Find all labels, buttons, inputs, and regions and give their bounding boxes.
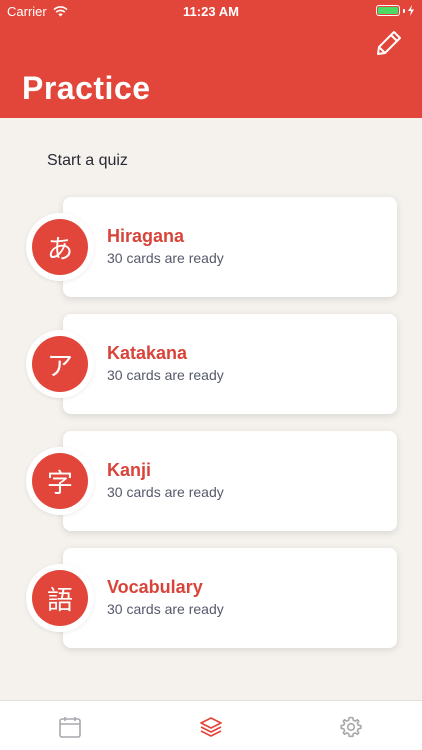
quiz-card-katakana[interactable]: Katakana 30 cards are ready: [63, 314, 397, 414]
katakana-badge: ア: [26, 330, 94, 398]
quiz-card-hiragana[interactable]: Hiragana 30 cards are ready: [63, 197, 397, 297]
battery-icon: [376, 5, 400, 16]
pencil-icon[interactable]: [375, 29, 403, 57]
card-subtitle: 30 cards are ready: [107, 484, 224, 500]
card-title: Vocabulary: [107, 577, 203, 597]
quiz-card-vocabulary[interactable]: Vocabulary 30 cards are ready: [63, 548, 397, 648]
battery-indicator: [376, 5, 414, 16]
kanji-glyph: 字: [32, 453, 88, 509]
hiragana-badge: あ: [26, 213, 94, 281]
section-label: Start a quiz: [47, 152, 128, 169]
charging-icon: [408, 5, 414, 16]
card-subtitle: 30 cards are ready: [107, 367, 224, 383]
card-title: Hiragana: [107, 226, 185, 246]
card-title: Kanji: [107, 460, 152, 480]
vocabulary-badge: 語: [26, 564, 94, 632]
kanji-badge: 字: [26, 447, 94, 515]
card-subtitle: 30 cards are ready: [107, 601, 224, 617]
calendar-icon[interactable]: [58, 715, 82, 739]
katakana-glyph: ア: [32, 336, 88, 392]
quiz-card-kanji[interactable]: Kanji 30 cards are ready: [63, 431, 397, 531]
clock: 11:23 AM: [183, 4, 239, 19]
gear-icon[interactable]: [339, 715, 363, 739]
status-bar: Carrier 11:23 AM: [0, 0, 422, 22]
card-title: Katakana: [107, 343, 188, 363]
header: Carrier 11:23 AM Practice: [0, 0, 422, 118]
page-title: Practice: [22, 70, 151, 106]
hiragana-glyph: あ: [32, 219, 88, 275]
layers-icon[interactable]: [199, 715, 223, 739]
vocabulary-glyph: 語: [32, 570, 88, 626]
tab-bar: [0, 700, 422, 750]
card-subtitle: 30 cards are ready: [107, 250, 224, 266]
